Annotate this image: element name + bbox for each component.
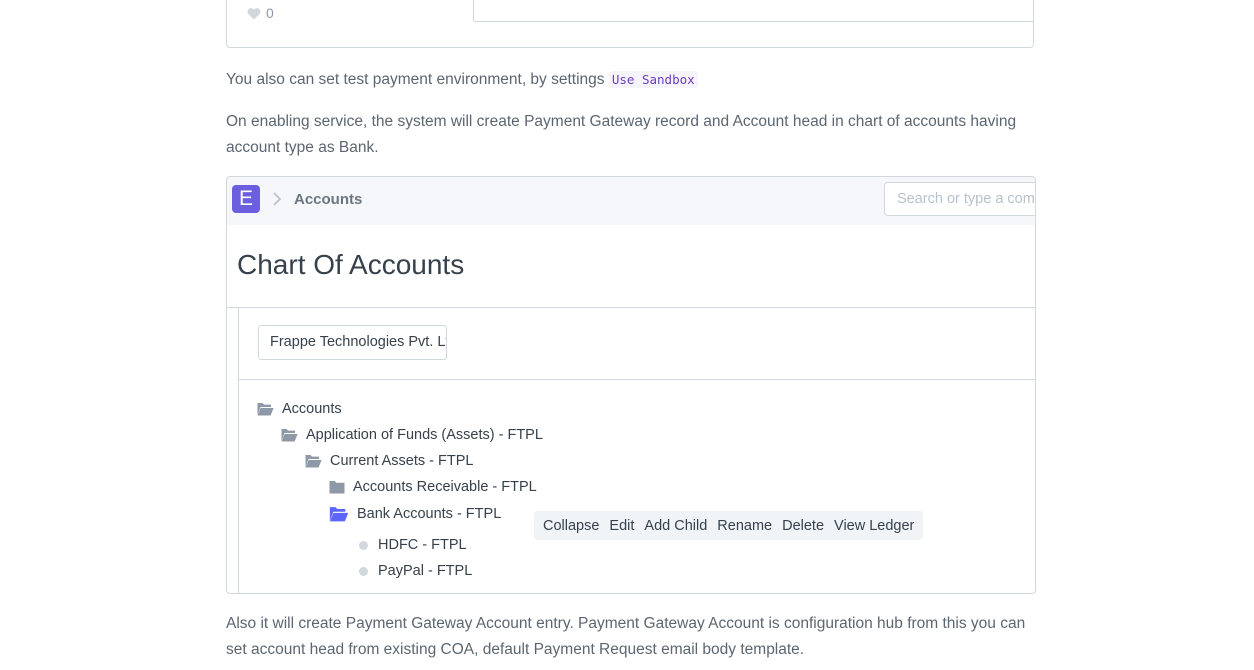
tree-node-label: HDFC - FTPL [378, 537, 467, 553]
tree-node[interactable]: Accounts Receivable - FTPL [329, 479, 537, 495]
edit-button[interactable]: Edit [604, 518, 639, 534]
tree-node[interactable]: Accounts [257, 401, 342, 417]
filter-divider [239, 379, 1035, 380]
app-logo[interactable]: E [232, 185, 260, 213]
chart-of-accounts-screenshot: E Accounts Search or type a command Char… [226, 176, 1036, 594]
like-count: 0 [266, 5, 274, 21]
previous-screenshot-card: 0 [226, 0, 1034, 48]
tree-node[interactable]: PayPal - FTPL [355, 563, 472, 579]
folder-open-icon [281, 429, 298, 442]
add-child-button[interactable]: Add Child [639, 518, 712, 534]
folder-open-icon [329, 507, 349, 522]
folder-closed-icon [329, 481, 345, 494]
tree-node-label: Accounts [282, 401, 342, 417]
collapse-button[interactable]: Collapse [538, 518, 604, 534]
view-ledger-button[interactable]: View Ledger [829, 518, 919, 534]
enabling-paragraph: On enabling service, the system will cre… [226, 113, 1017, 156]
tree-node[interactable]: Current Assets - FTPL [305, 453, 473, 469]
tree-node[interactable]: HDFC - FTPL [355, 537, 467, 553]
tree-node-selected[interactable]: Bank Accounts - FTPL [329, 506, 501, 522]
company-field[interactable]: Frappe Technologies Pvt. Ltd. [258, 325, 447, 360]
tree-node-label: PayPal - FTPL [378, 563, 473, 579]
comment-box-fragment [473, 0, 1034, 22]
tree-node[interactable]: Application of Funds (Assets) - FTPL [281, 427, 543, 443]
leaf-dot-icon [359, 540, 368, 550]
tree-node-label: Current Assets - FTPL [330, 453, 474, 469]
sandbox-text: You also can set test payment environmen… [226, 71, 605, 88]
gateway-paragraph: Also it will create Payment Gateway Acco… [226, 615, 1026, 658]
page-title: Chart Of Accounts [237, 249, 465, 280]
tree-node-label: Accounts Receivable - FTPL [353, 479, 537, 495]
navbar: E Accounts Search or type a command [227, 177, 1035, 225]
heart-icon [247, 7, 261, 19]
tree-panel: Frappe Technologies Pvt. Ltd. Accounts A… [238, 308, 1035, 593]
chevron-right-icon [273, 192, 282, 206]
tree-node-label: Bank Accounts - FTPL [357, 506, 502, 522]
tree-node-label: Application of Funds (Assets) - FTPL [306, 427, 543, 443]
delete-button[interactable]: Delete [777, 518, 829, 534]
sandbox-paragraph: You also can set test payment environmen… [226, 67, 1038, 93]
folder-open-icon [305, 455, 322, 468]
sandbox-code: Use Sandbox [608, 71, 698, 88]
leaf-dot-icon [359, 566, 368, 576]
search-input[interactable]: Search or type a command [884, 182, 1035, 216]
breadcrumb-accounts[interactable]: Accounts [294, 191, 362, 208]
folder-open-icon [257, 403, 274, 416]
rename-button[interactable]: Rename [712, 518, 777, 534]
node-actions-toolbar: Collapse Edit Add Child Rename Delete Vi… [534, 511, 924, 540]
like-row[interactable]: 0 [247, 5, 274, 21]
